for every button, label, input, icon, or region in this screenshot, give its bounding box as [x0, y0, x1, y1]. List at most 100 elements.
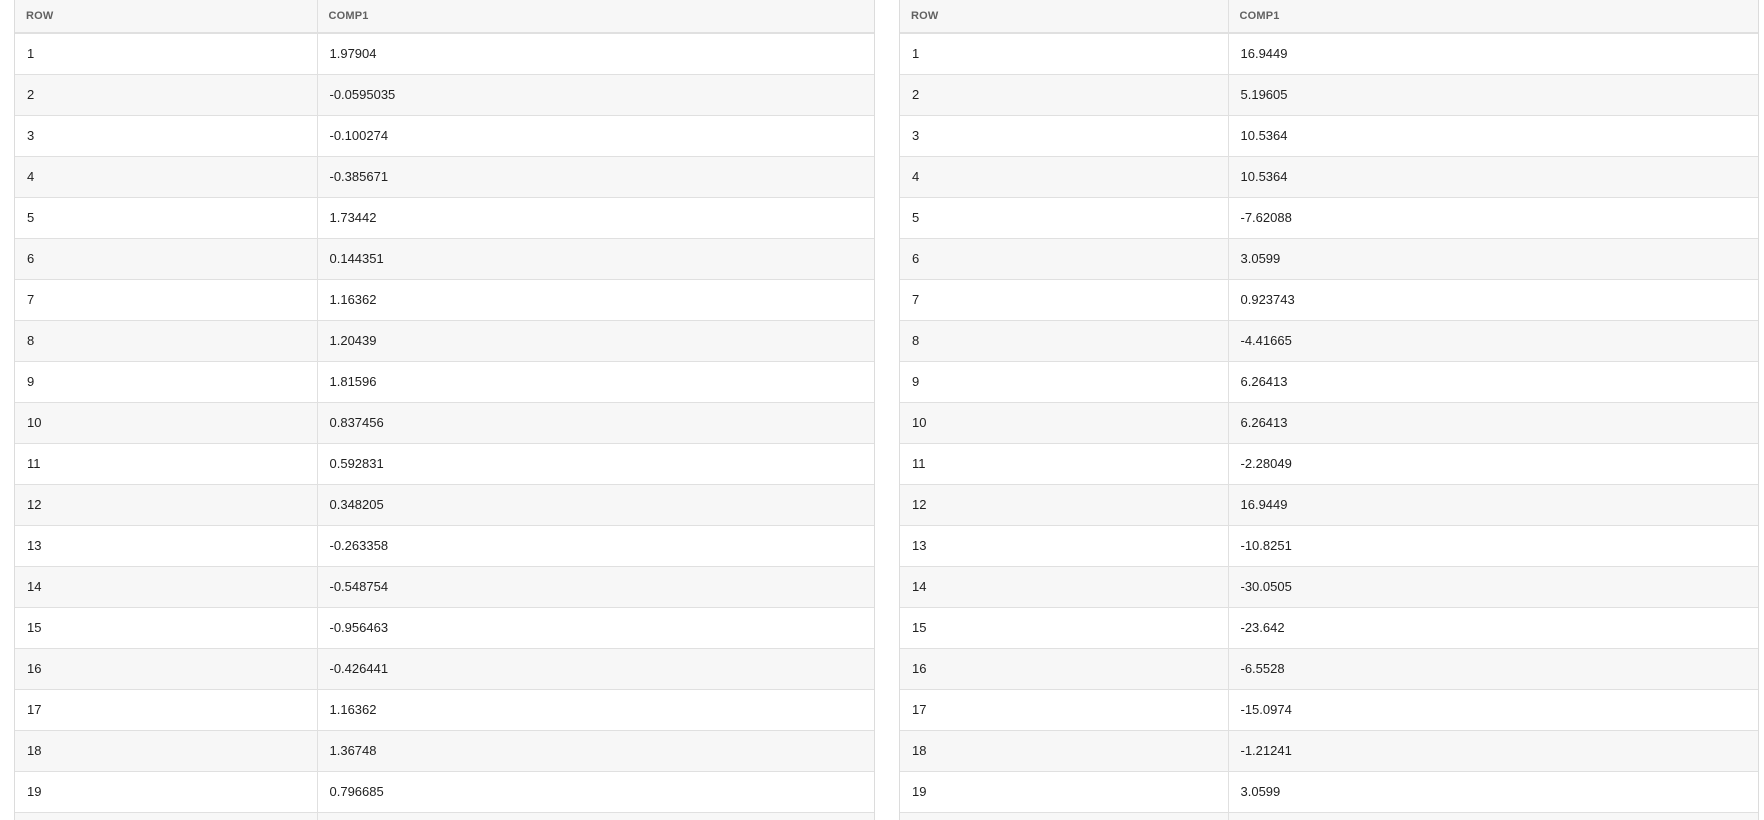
cell-row-number[interactable] — [15, 812, 317, 820]
cell-comp1-value[interactable]: 3.0599 — [1227, 771, 1758, 813]
table-row[interactable]: 11 -2.28049 — [900, 443, 1758, 485]
table-row[interactable]: 19 0.796685 — [15, 771, 874, 813]
cell-row-number[interactable]: 8 — [15, 320, 317, 362]
cell-row-number[interactable]: 9 — [900, 361, 1228, 403]
cell-comp1-value[interactable]: 1.20439 — [316, 320, 874, 362]
cell-row-number[interactable]: 2 — [900, 74, 1228, 116]
table-row[interactable]: 10 6.26413 — [900, 402, 1758, 444]
cell-comp1-value[interactable]: -0.0595035 — [316, 74, 874, 116]
cell-row-number[interactable]: 13 — [900, 525, 1228, 567]
table-row[interactable]: 12 16.9449 — [900, 484, 1758, 526]
cell-row-number[interactable]: 17 — [900, 689, 1228, 731]
cell-comp1-value[interactable]: -0.100274 — [316, 115, 874, 157]
table-row[interactable]: 15 -23.642 — [900, 607, 1758, 649]
table-row[interactable]: 13 -10.8251 — [900, 525, 1758, 567]
table-row[interactable]: 9 1.81596 — [15, 361, 874, 403]
table-row[interactable]: 8 1.20439 — [15, 320, 874, 362]
table-row[interactable]: 1 1.97904 — [15, 33, 874, 75]
cell-comp1-value[interactable]: 1.16362 — [316, 279, 874, 321]
cell-row-number[interactable]: 6 — [900, 238, 1228, 280]
cell-row-number[interactable]: 7 — [900, 279, 1228, 321]
cell-row-number[interactable]: 2 — [15, 74, 317, 116]
cell-comp1-value[interactable]: -0.426441 — [316, 648, 874, 690]
cell-row-number[interactable]: 18 — [900, 730, 1228, 772]
cell-comp1-value[interactable]: 0.592831 — [316, 443, 874, 485]
table-row[interactable]: 15 -0.956463 — [15, 607, 874, 649]
cell-row-number[interactable]: 14 — [900, 566, 1228, 608]
table-row[interactable]: 5 -7.62088 — [900, 197, 1758, 239]
cell-comp1-value[interactable]: -1.21241 — [1227, 730, 1758, 772]
cell-comp1-value[interactable]: 16.9449 — [1227, 33, 1758, 75]
column-header-comp1[interactable]: COMP1 — [316, 0, 874, 34]
cell-comp1-value[interactable]: -0.956463 — [316, 607, 874, 649]
cell-row-number[interactable]: 7 — [15, 279, 317, 321]
cell-row-number[interactable]: 4 — [900, 156, 1228, 198]
cell-row-number[interactable]: 11 — [900, 443, 1228, 485]
table-row[interactable]: 3 -0.100274 — [15, 115, 874, 157]
table-row[interactable]: 16 -0.426441 — [15, 648, 874, 690]
cell-comp1-value[interactable]: -0.548754 — [316, 566, 874, 608]
table-row[interactable]: 9 6.26413 — [900, 361, 1758, 403]
cell-row-number[interactable]: 12 — [15, 484, 317, 526]
cell-row-number[interactable]: 10 — [15, 402, 317, 444]
cell-comp1-value[interactable]: 0.837456 — [316, 402, 874, 444]
cell-comp1-value[interactable]: -15.0974 — [1227, 689, 1758, 731]
cell-row-number[interactable]: 13 — [15, 525, 317, 567]
cell-comp1-value[interactable]: 10.5364 — [1227, 115, 1758, 157]
cell-row-number[interactable]: 1 — [15, 33, 317, 75]
table-row[interactable]: 16 -6.5528 — [900, 648, 1758, 690]
table-row[interactable]: 6 0.144351 — [15, 238, 874, 280]
column-header-row[interactable]: ROW — [900, 0, 1228, 34]
cell-comp1-value[interactable]: -23.642 — [1227, 607, 1758, 649]
table-row[interactable]: 18 -1.21241 — [900, 730, 1758, 772]
column-header-comp1[interactable]: COMP1 — [1227, 0, 1758, 34]
cell-comp1-value[interactable]: 16.9449 — [1227, 484, 1758, 526]
cell-comp1-value[interactable]: -30.0505 — [1227, 566, 1758, 608]
cell-row-number[interactable]: 15 — [900, 607, 1228, 649]
cell-row-number[interactable]: 3 — [900, 115, 1228, 157]
cell-comp1-value[interactable]: 6.26413 — [1227, 402, 1758, 444]
cell-comp1-value[interactable]: -4.41665 — [1227, 320, 1758, 362]
cell-comp1-value[interactable]: 5.19605 — [1227, 74, 1758, 116]
cell-row-number[interactable]: 12 — [900, 484, 1228, 526]
table-row[interactable]: 1 16.9449 — [900, 33, 1758, 75]
cell-row-number[interactable]: 5 — [15, 197, 317, 239]
cell-row-number[interactable]: 8 — [900, 320, 1228, 362]
cell-comp1-value[interactable]: 0.144351 — [316, 238, 874, 280]
cell-row-number[interactable]: 3 — [15, 115, 317, 157]
cell-row-number[interactable]: 15 — [15, 607, 317, 649]
cell-comp1-value[interactable]: -0.263358 — [316, 525, 874, 567]
table-row[interactable]: 17 1.16362 — [15, 689, 874, 731]
column-header-row[interactable]: ROW — [15, 0, 317, 34]
cell-comp1-value[interactable]: -0.385671 — [316, 156, 874, 198]
table-row[interactable]: 13 -0.263358 — [15, 525, 874, 567]
cell-row-number[interactable]: 17 — [15, 689, 317, 731]
cell-row-number[interactable]: 18 — [15, 730, 317, 772]
table-row[interactable]: 19 3.0599 — [900, 771, 1758, 813]
cell-row-number[interactable]: 19 — [900, 771, 1228, 813]
cell-row-number[interactable]: 1 — [900, 33, 1228, 75]
table-row[interactable]: 14 -0.548754 — [15, 566, 874, 608]
table-row[interactable] — [900, 812, 1758, 820]
table-row[interactable]: 2 5.19605 — [900, 74, 1758, 116]
table-row[interactable]: 7 0.923743 — [900, 279, 1758, 321]
cell-comp1-value[interactable]: -6.5528 — [1227, 648, 1758, 690]
table-row[interactable]: 12 0.348205 — [15, 484, 874, 526]
table-row[interactable]: 7 1.16362 — [15, 279, 874, 321]
cell-comp1-value[interactable]: 1.16362 — [316, 689, 874, 731]
cell-comp1-value[interactable]: 3.0599 — [1227, 238, 1758, 280]
cell-comp1-value[interactable] — [316, 812, 874, 820]
cell-comp1-value[interactable]: 1.36748 — [316, 730, 874, 772]
table-row[interactable]: 8 -4.41665 — [900, 320, 1758, 362]
table-row[interactable]: 3 10.5364 — [900, 115, 1758, 157]
cell-comp1-value[interactable]: -10.8251 — [1227, 525, 1758, 567]
table-row[interactable]: 18 1.36748 — [15, 730, 874, 772]
cell-row-number[interactable]: 4 — [15, 156, 317, 198]
cell-comp1-value[interactable]: 6.26413 — [1227, 361, 1758, 403]
cell-row-number[interactable]: 11 — [15, 443, 317, 485]
cell-row-number[interactable]: 19 — [15, 771, 317, 813]
cell-row-number[interactable]: 16 — [900, 648, 1228, 690]
table-row[interactable]: 4 10.5364 — [900, 156, 1758, 198]
table-row[interactable]: 14 -30.0505 — [900, 566, 1758, 608]
table-row[interactable]: 11 0.592831 — [15, 443, 874, 485]
